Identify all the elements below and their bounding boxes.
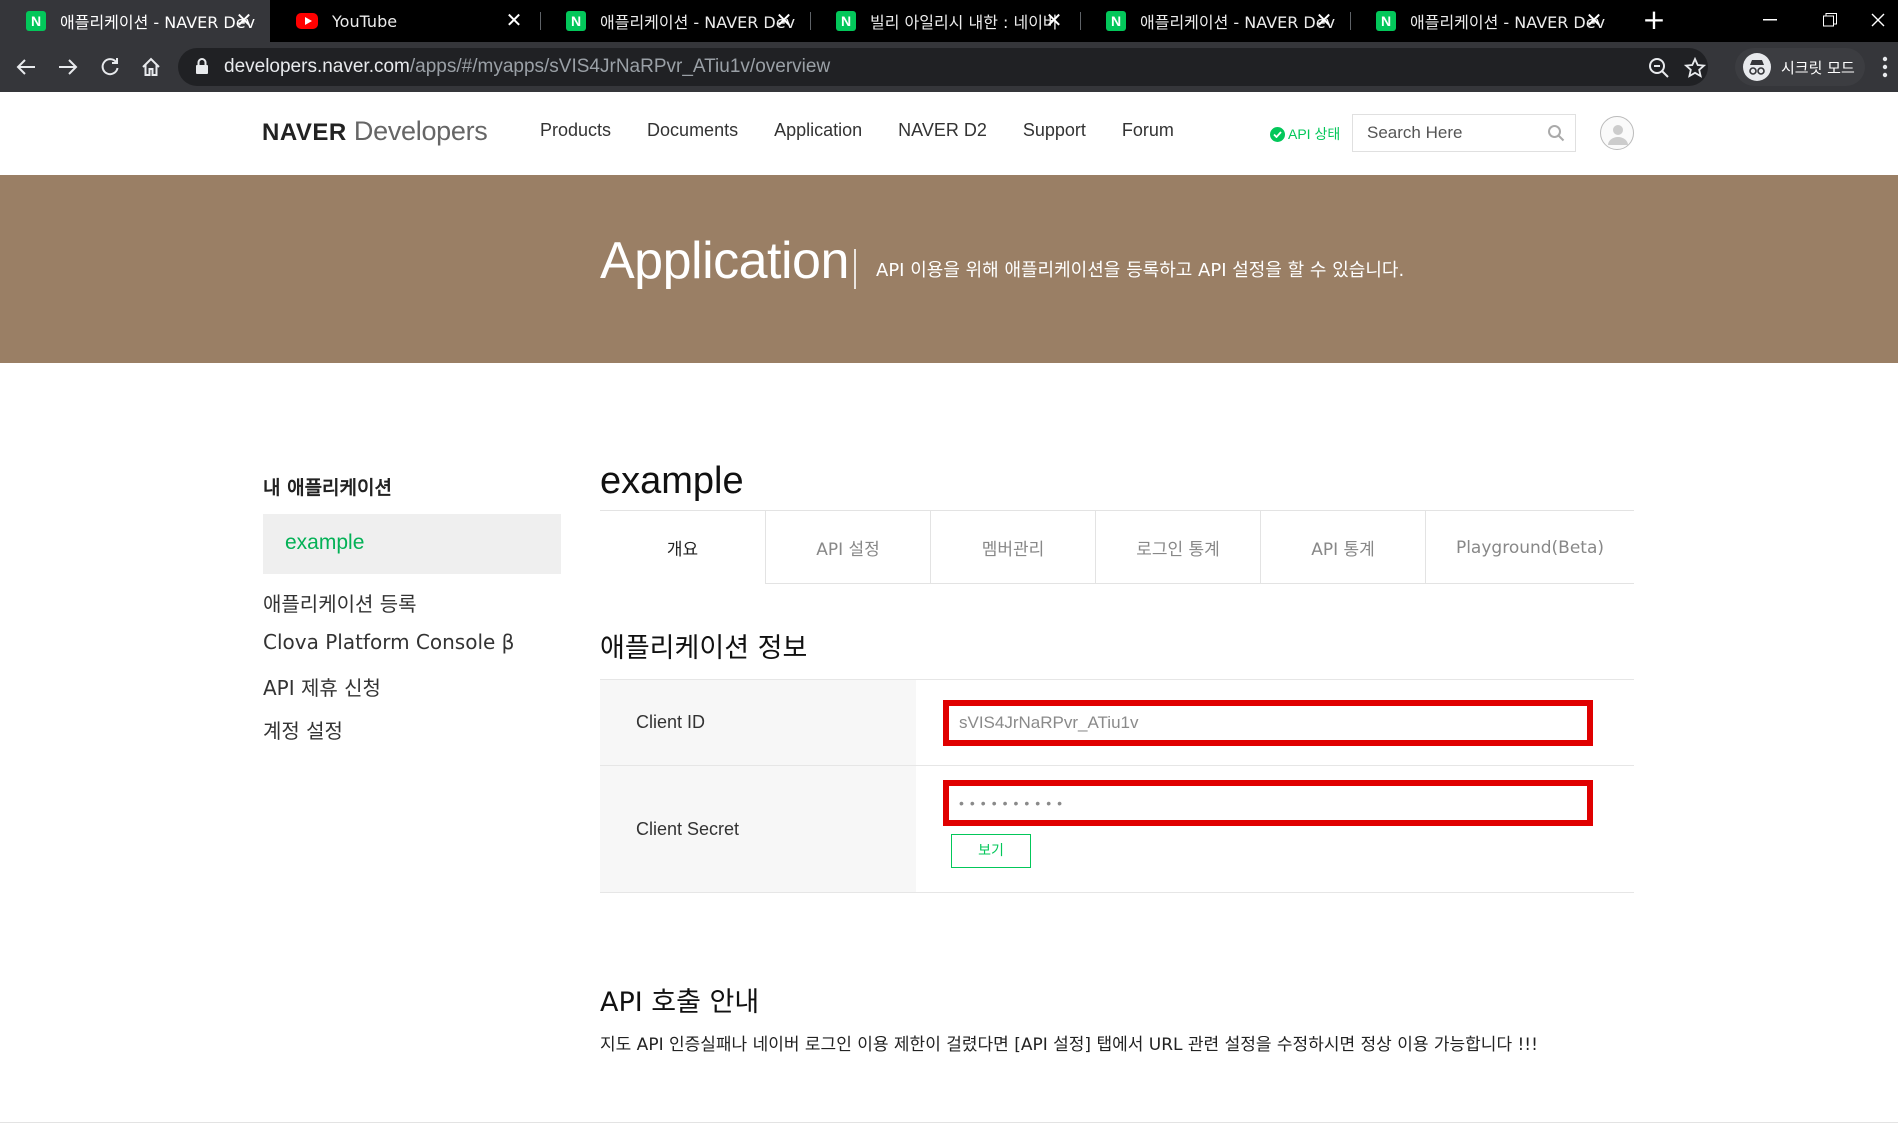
nav-documents[interactable]: Documents — [647, 120, 738, 141]
tab-playground[interactable]: Playground(Beta) — [1425, 511, 1634, 584]
browser-menu-icon[interactable] — [1882, 56, 1888, 78]
banner-divider — [854, 249, 856, 289]
global-nav: Products Documents Application NAVER D2 … — [540, 120, 1210, 141]
zoom-icon[interactable] — [1648, 57, 1670, 79]
sidebar-item-account-settings[interactable]: 계정 설정 — [263, 715, 343, 744]
close-tab-icon[interactable]: ✕ — [1582, 8, 1606, 32]
search-input[interactable] — [1353, 115, 1533, 151]
client-secret-field[interactable]: •••••••••• — [943, 780, 1593, 826]
restore-window-icon[interactable] — [1808, 4, 1852, 36]
naver-icon: N — [1106, 11, 1126, 31]
url-text[interactable]: developers.naver.com/apps/#/myapps/sVIS4… — [224, 56, 830, 78]
browser-tab-2[interactable]: N 애플리케이션 - NAVER Developers ✕ — [540, 0, 810, 42]
site-header: NAVER Developers Products Documents Appl… — [0, 92, 1898, 175]
incognito-badge[interactable]: 시크릿 모드 — [1735, 48, 1865, 86]
naver-icon: N — [836, 11, 856, 31]
check-circle-icon — [1270, 126, 1285, 142]
browser-tab-5[interactable]: N 애플리케이션 - NAVER Developers ✕ — [1350, 0, 1620, 42]
sidebar-item-api-partnership[interactable]: API 제휴 신청 — [263, 672, 381, 701]
new-tab-button[interactable]: + — [1640, 6, 1668, 35]
forward-arrow-icon[interactable] — [53, 52, 83, 82]
tab-login-stats[interactable]: 로그인 통계 — [1095, 511, 1260, 584]
page-banner: Application API 이용을 위해 애플리케이션을 등록하고 API … — [0, 175, 1898, 363]
browser-tab-1[interactable]: YouTube ✕ — [270, 0, 540, 42]
client-id-row: Client ID sVIS4JrNaRPvr_ATiu1v — [600, 679, 1634, 765]
user-avatar[interactable] — [1600, 116, 1634, 150]
naver-icon: N — [26, 11, 46, 31]
footer-divider — [0, 1122, 1898, 1123]
banner-description: API 이용을 위해 애플리케이션을 등록하고 API 설정을 할 수 있습니다… — [876, 260, 1405, 281]
nav-naver-d2[interactable]: NAVER D2 — [898, 120, 987, 141]
nav-products[interactable]: Products — [540, 120, 611, 141]
close-tab-icon[interactable]: ✕ — [1312, 8, 1336, 32]
naver-icon: N — [566, 11, 586, 31]
tab-api-settings[interactable]: API 설정 — [765, 511, 930, 584]
client-secret-row: Client Secret •••••••••• 보기 — [600, 765, 1634, 893]
logo-developers: Developers — [346, 116, 488, 146]
browser-tab-3[interactable]: N 빌리 아일리시 내한 : 네이버 ✕ — [810, 0, 1080, 42]
tab-title: 애플리케이션 - NAVER Developers — [600, 13, 796, 32]
incognito-label: 시크릿 모드 — [1781, 58, 1855, 77]
sidebar-item-register-app[interactable]: 애플리케이션 등록 — [263, 588, 417, 617]
close-tab-icon[interactable]: ✕ — [772, 8, 796, 32]
tab-overview[interactable]: 개요 — [600, 511, 765, 584]
reload-icon[interactable] — [95, 52, 125, 82]
client-id-field[interactable]: sVIS4JrNaRPvr_ATiu1v — [943, 700, 1593, 746]
close-tab-icon[interactable]: ✕ — [502, 8, 526, 32]
home-icon[interactable] — [136, 52, 166, 82]
url-host: developers.naver.com — [224, 56, 410, 77]
incognito-icon — [1743, 53, 1771, 81]
minimize-window-icon[interactable] — [1748, 4, 1792, 36]
api-call-description: 지도 API 인증실패나 네이버 로그인 이용 제한이 걸렸다면 [API 설정… — [600, 1035, 1538, 1055]
nav-forum[interactable]: Forum — [1122, 120, 1174, 141]
app-name-heading: example — [600, 460, 744, 502]
youtube-icon — [296, 13, 318, 29]
tab-api-stats[interactable]: API 통계 — [1260, 511, 1425, 584]
tab-title: 애플리케이션 - NAVER Developers — [1140, 13, 1336, 32]
naver-developers-logo[interactable]: NAVER Developers — [262, 116, 488, 147]
url-path: /apps/#/myapps/sVIS4JrNaRPvr_ATiu1v/over… — [409, 56, 831, 77]
sidebar-title: 내 애플리케이션 — [263, 477, 392, 499]
sidebar-item-clova-console[interactable]: Clova Platform Console β — [263, 630, 514, 654]
search-box — [1352, 114, 1576, 152]
api-status-label: API 상태 — [1288, 126, 1341, 142]
tab-title: YouTube — [332, 11, 398, 31]
client-id-label: Client ID — [600, 680, 916, 765]
close-window-icon[interactable] — [1858, 4, 1898, 36]
tab-title: 빌리 아일리시 내한 : 네이버 — [870, 13, 1056, 32]
sidebar-item-example[interactable]: example — [263, 514, 561, 574]
api-call-title: API 호출 안내 — [600, 987, 760, 1018]
browser-tab-0[interactable]: N 애플리케이션 - NAVER Developers ✕ — [0, 0, 270, 42]
browser-toolbar: developers.naver.com/apps/#/myapps/sVIS4… — [0, 42, 1898, 92]
naver-icon: N — [1376, 11, 1396, 31]
logo-naver: NAVER — [262, 119, 347, 146]
back-arrow-icon[interactable] — [11, 52, 41, 82]
tab-title: 애플리케이션 - NAVER Developers — [1410, 13, 1606, 32]
show-secret-button[interactable]: 보기 — [951, 834, 1031, 868]
app-info-table: Client ID sVIS4JrNaRPvr_ATiu1v Client Se… — [600, 679, 1634, 893]
browser-tab-strip: N 애플리케이션 - NAVER Developers ✕ YouTube ✕ … — [0, 0, 1898, 42]
browser-tab-4[interactable]: N 애플리케이션 - NAVER Developers ✕ — [1080, 0, 1350, 42]
api-status-link[interactable]: API 상태 — [1270, 124, 1340, 144]
close-tab-icon[interactable]: ✕ — [232, 8, 256, 32]
search-icon[interactable] — [1547, 124, 1565, 146]
app-tabs: 개요 API 설정 멤버관리 로그인 통계 API 통계 Playground(… — [600, 510, 1634, 584]
close-tab-icon[interactable]: ✕ — [1042, 8, 1066, 32]
nav-application[interactable]: Application — [774, 120, 862, 141]
bookmark-star-icon[interactable] — [1683, 56, 1707, 79]
address-bar[interactable]: developers.naver.com/apps/#/myapps/sVIS4… — [178, 48, 1708, 86]
lock-icon[interactable] — [196, 58, 208, 78]
app-info-title: 애플리케이션 정보 — [600, 633, 808, 664]
tab-title: 애플리케이션 - NAVER Developers — [60, 13, 256, 32]
client-secret-label: Client Secret — [600, 766, 916, 892]
tab-member-management[interactable]: 멤버관리 — [930, 511, 1095, 584]
nav-support[interactable]: Support — [1023, 120, 1086, 141]
banner-title: Application — [600, 232, 849, 290]
